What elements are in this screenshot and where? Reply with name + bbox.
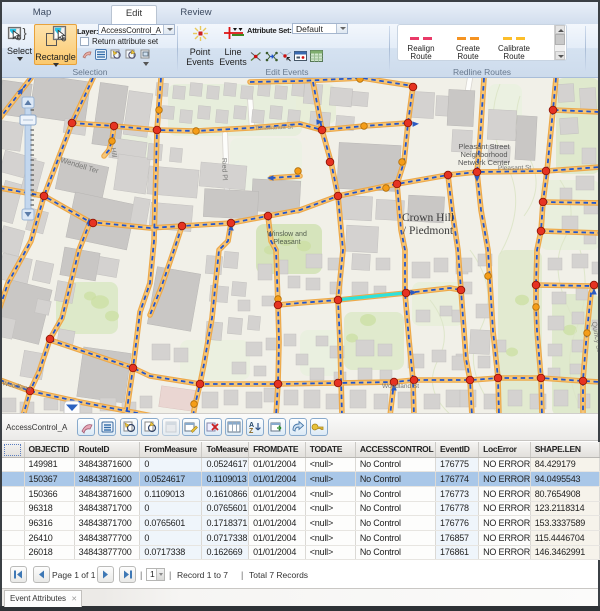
svg-text:}: } [23, 27, 27, 41]
svg-text:Network Center: Network Center [458, 158, 511, 167]
svg-text:Pleasant: Pleasant [273, 239, 300, 246]
svg-text:Ried Pl: Ried Pl [220, 158, 228, 181]
svg-text:Z: Z [249, 428, 254, 435]
svg-text:Winslow and: Winslow and [267, 231, 307, 238]
svg-text:Crown Hill: Crown Hill [402, 212, 454, 224]
svg-text:Woodland St: Woodland St [382, 383, 419, 390]
svg-text:/ Piedmont: / Piedmont [403, 225, 454, 237]
svg-text:Hill: Hill [109, 147, 117, 158]
